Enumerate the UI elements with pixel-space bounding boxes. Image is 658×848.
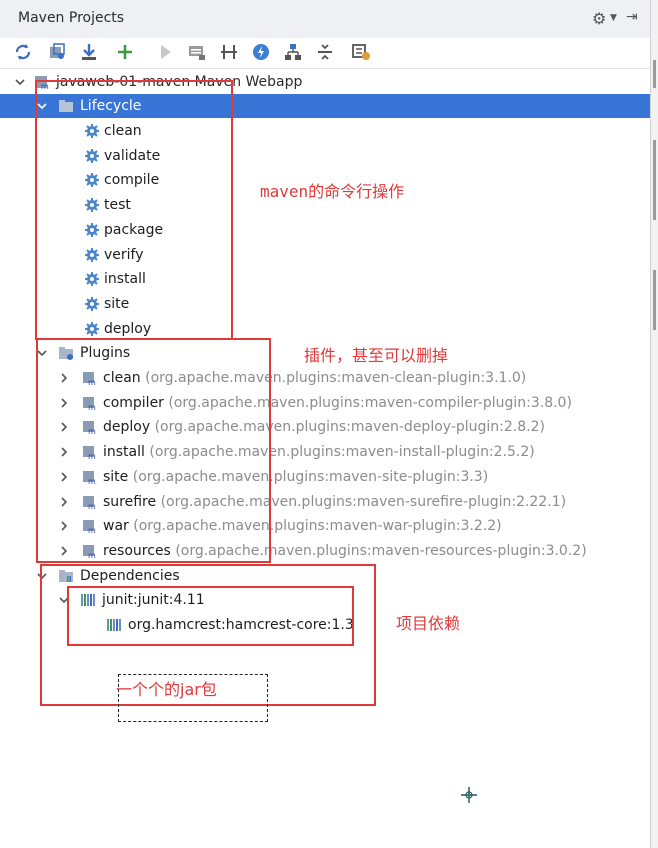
collapse-all-icon[interactable] xyxy=(314,41,336,63)
add-icon[interactable] xyxy=(114,41,136,63)
settings-icon[interactable] xyxy=(350,41,372,63)
tool-strip-tab[interactable] xyxy=(653,270,656,330)
settings-gear-icon[interactable]: ⚙ xyxy=(592,9,606,28)
run-configuration-icon[interactable] xyxy=(186,41,208,63)
plugins-annotation: 插件，甚至可以删掉 xyxy=(304,346,449,365)
maven-toolbar xyxy=(0,38,650,69)
show-dependencies-icon[interactable] xyxy=(282,41,304,63)
hide-panel-icon[interactable]: ⇥ xyxy=(626,9,638,25)
run-icon[interactable] xyxy=(154,41,176,63)
tool-strip-tab[interactable] xyxy=(653,140,656,220)
jar-annotation: 一个个的jar包 xyxy=(116,680,217,699)
toggle-offline-icon[interactable] xyxy=(218,41,240,63)
panel-header: Maven Projects ⚙ ▼ ⇥ xyxy=(0,0,650,39)
reimport-icon[interactable] xyxy=(12,41,34,63)
maven-projects-panel: Maven Projects ⚙ ▼ ⇥ m javaweb-01-maven … xyxy=(0,0,651,848)
crosshair-cursor-icon xyxy=(461,787,477,803)
download-icon[interactable] xyxy=(78,41,100,63)
panel-title: Maven Projects xyxy=(18,10,125,26)
lifecycle-annotation: maven的命令行操作 xyxy=(260,182,405,201)
generate-sources-icon[interactable] xyxy=(46,41,68,63)
chevron-down-icon[interactable] xyxy=(14,76,26,88)
tool-strip-tab[interactable] xyxy=(653,60,656,88)
right-tool-strip xyxy=(651,0,658,848)
lifecycle-highlight-box xyxy=(35,80,233,340)
dependencies-annotation: 项目依赖 xyxy=(396,614,461,633)
skip-tests-icon[interactable] xyxy=(250,41,272,63)
junit-highlight-box xyxy=(67,586,354,646)
chevron-down-icon[interactable]: ▼ xyxy=(610,13,617,23)
plugins-highlight-box xyxy=(36,338,271,563)
